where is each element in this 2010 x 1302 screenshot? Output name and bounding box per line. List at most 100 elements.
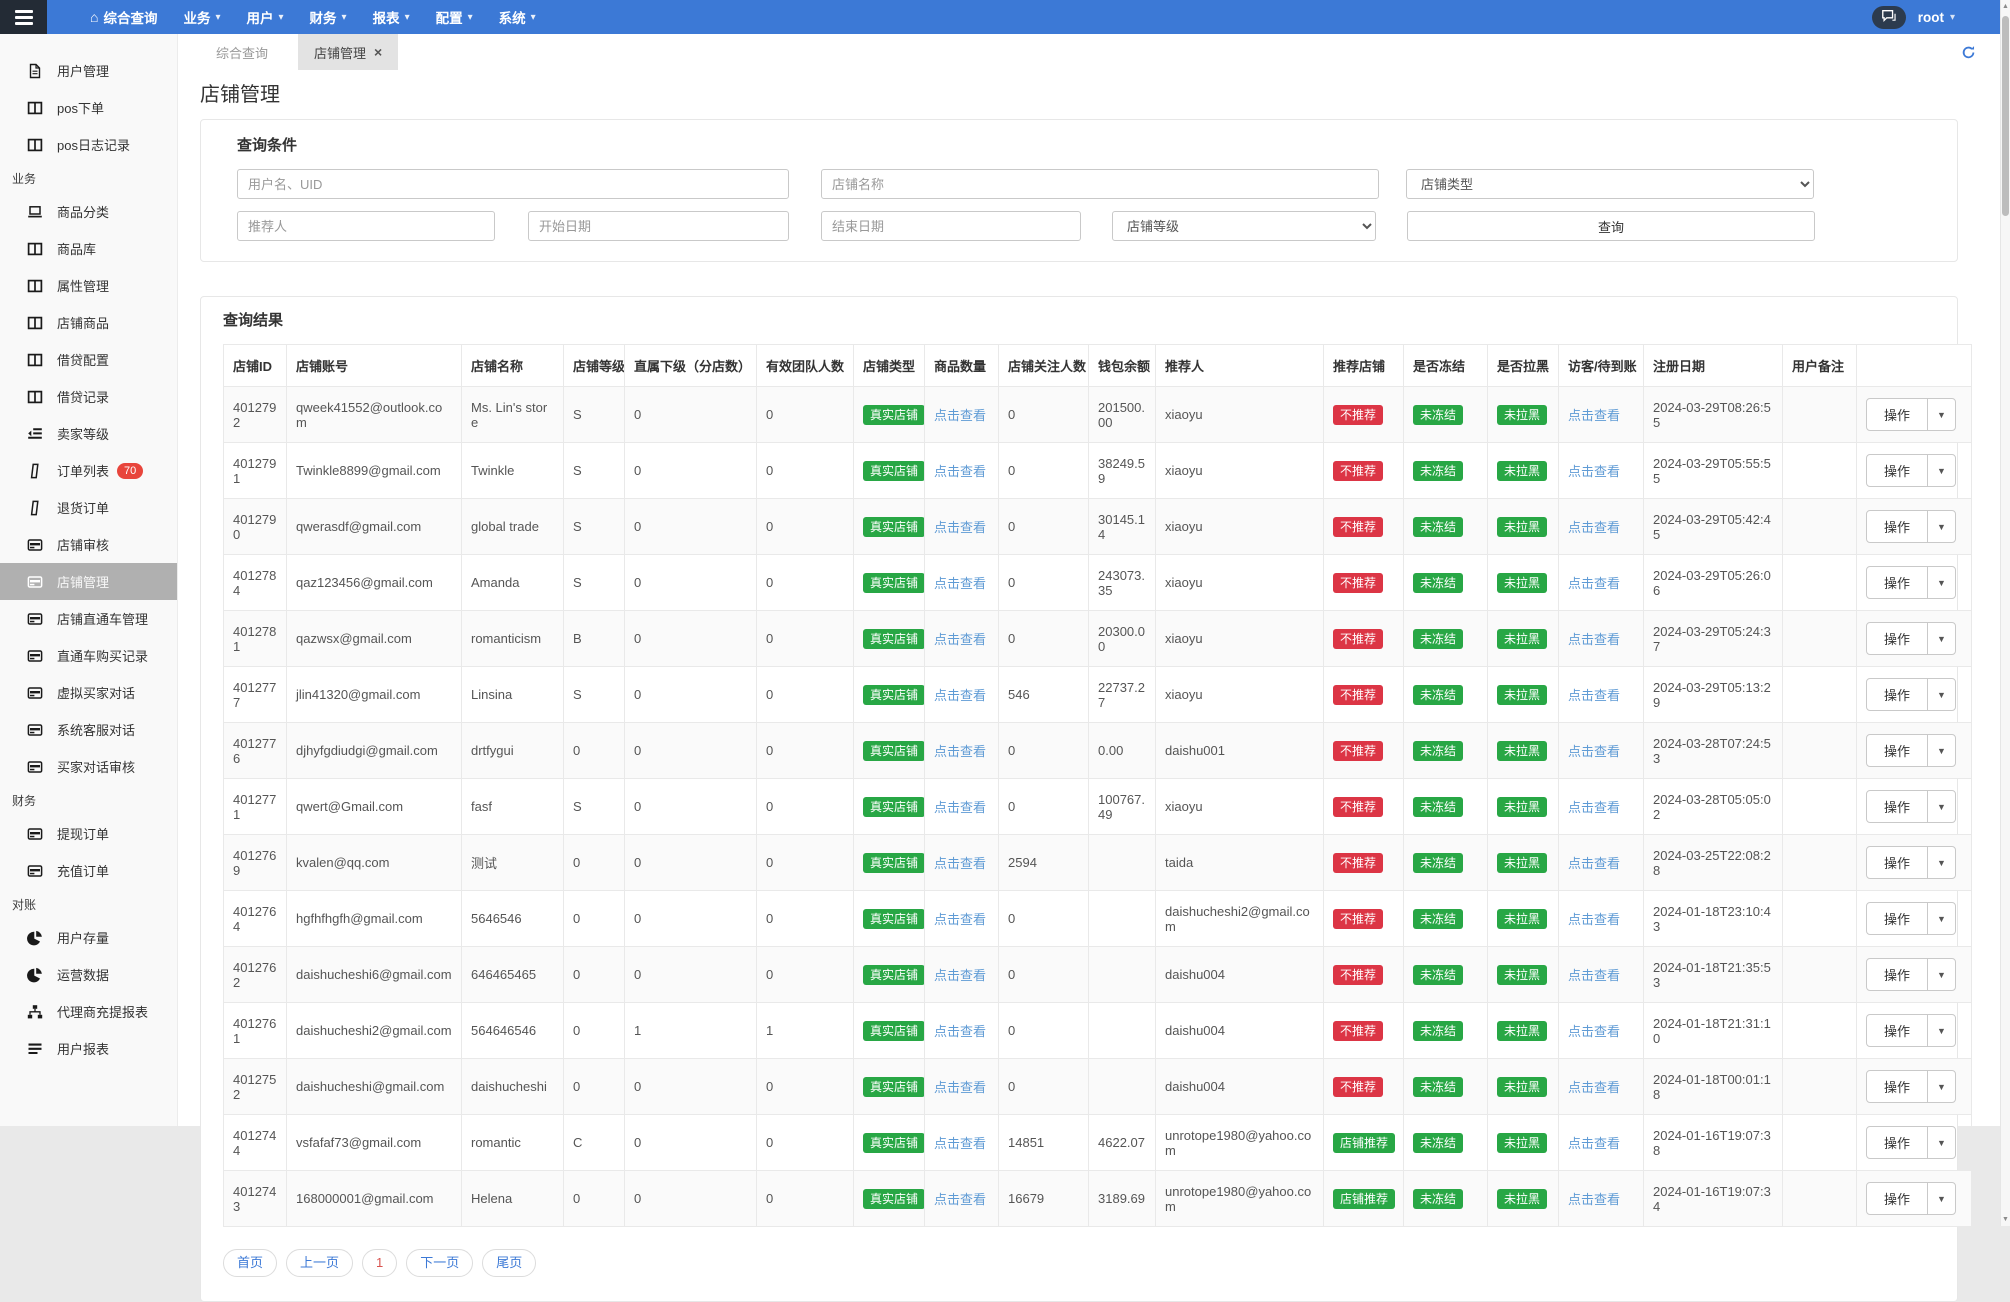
tab-shop-management[interactable]: 店铺管理 × (298, 34, 399, 70)
view-visitors-link[interactable]: 点击查看 (1568, 464, 1620, 479)
view-goods-link[interactable]: 点击查看 (934, 800, 986, 815)
sidebar-item-buyer-chat-review[interactable]: 买家对话审核 (0, 748, 177, 785)
action-dropdown-toggle[interactable]: ▼ (1927, 1015, 1955, 1046)
nav-item-reports[interactable]: 报表 ▾ (360, 0, 423, 34)
action-button[interactable]: 操作 (1867, 399, 1927, 430)
view-goods-link[interactable]: 点击查看 (934, 744, 986, 759)
sidebar-item-shop-train-management[interactable]: 店铺直通车管理 (0, 600, 177, 637)
scroll-down-icon[interactable]: ▼ (2001, 1216, 2010, 1223)
action-dropdown-toggle[interactable]: ▼ (1927, 567, 1955, 598)
sidebar-item-return-orders[interactable]: 退货订单 (0, 489, 177, 526)
action-dropdown-toggle[interactable]: ▼ (1927, 959, 1955, 990)
sidebar-item-shop-goods[interactable]: 店铺商品 (0, 304, 177, 341)
sidebar-item-system-service-chat[interactable]: 系统客服对话 (0, 711, 177, 748)
view-visitors-link[interactable]: 点击查看 (1568, 1080, 1620, 1095)
action-button[interactable]: 操作 (1867, 791, 1927, 822)
nav-item-finance[interactable]: 财务 ▾ (297, 0, 360, 34)
sidebar-item-attribute-management[interactable]: 属性管理 (0, 267, 177, 304)
shop-name-input[interactable] (821, 169, 1379, 199)
user-menu[interactable]: root ▾ (1918, 10, 1955, 25)
view-visitors-link[interactable]: 点击查看 (1568, 912, 1620, 927)
close-icon[interactable]: × (374, 45, 382, 59)
view-visitors-link[interactable]: 点击查看 (1568, 744, 1620, 759)
pagination-last[interactable]: 尾页 (482, 1249, 537, 1277)
view-goods-link[interactable]: 点击查看 (934, 520, 986, 535)
search-button[interactable]: 查询 (1407, 211, 1815, 241)
sidebar-toggle-button[interactable] (0, 0, 47, 34)
start-date-input[interactable] (528, 211, 789, 241)
pagination-prev[interactable]: 上一页 (286, 1249, 354, 1277)
nav-item-dashboard[interactable]: ⌂ 综合查询 (77, 0, 170, 34)
refresh-button[interactable] (1961, 45, 1976, 60)
action-button[interactable]: 操作 (1867, 903, 1927, 934)
messages-button[interactable] (1871, 5, 1906, 29)
view-goods-link[interactable]: 点击查看 (934, 688, 986, 703)
action-button[interactable]: 操作 (1867, 567, 1927, 598)
view-visitors-link[interactable]: 点击查看 (1568, 968, 1620, 983)
sidebar-item-virtual-buyer-chat[interactable]: 虚拟买家对话 (0, 674, 177, 711)
sidebar-item-order-list[interactable]: 订单列表 70 (0, 452, 177, 489)
sidebar-item-agent-report[interactable]: 代理商充提报表 (0, 993, 177, 1030)
sidebar-item-shop-management[interactable]: 店铺管理 (0, 563, 177, 600)
sidebar-item-goods-library[interactable]: 商品库 (0, 230, 177, 267)
view-visitors-link[interactable]: 点击查看 (1568, 688, 1620, 703)
pagination-page-1[interactable]: 1 (362, 1249, 398, 1277)
view-goods-link[interactable]: 点击查看 (934, 968, 986, 983)
sidebar-item-loan-config[interactable]: 借贷配置 (0, 341, 177, 378)
scroll-up-icon[interactable]: ▲ (2001, 3, 2010, 10)
shop-level-select[interactable]: 店铺等级 (1112, 211, 1376, 241)
action-dropdown-toggle[interactable]: ▼ (1927, 511, 1955, 542)
action-button[interactable]: 操作 (1867, 455, 1927, 486)
view-visitors-link[interactable]: 点击查看 (1568, 520, 1620, 535)
sidebar-item-shop-review[interactable]: 店铺审核 (0, 526, 177, 563)
view-visitors-link[interactable]: 点击查看 (1568, 856, 1620, 871)
nav-item-business[interactable]: 业务 ▾ (170, 0, 233, 34)
action-button[interactable]: 操作 (1867, 735, 1927, 766)
sidebar-item-user-management[interactable]: 用户管理 (0, 52, 177, 89)
view-goods-link[interactable]: 点击查看 (934, 1136, 986, 1151)
view-visitors-link[interactable]: 点击查看 (1568, 800, 1620, 815)
pagination-next[interactable]: 下一页 (406, 1249, 474, 1277)
action-button[interactable]: 操作 (1867, 847, 1927, 878)
nav-item-users[interactable]: 用户 ▾ (234, 0, 297, 34)
sidebar-item-operation-data[interactable]: 运营数据 (0, 956, 177, 993)
sidebar-item-seller-level[interactable]: 卖家等级 (0, 415, 177, 452)
nav-item-system[interactable]: 系统 ▾ (486, 0, 549, 34)
sidebar-item-withdraw-orders[interactable]: 提现订单 (0, 815, 177, 852)
action-button[interactable]: 操作 (1867, 1015, 1927, 1046)
action-dropdown-toggle[interactable]: ▼ (1927, 735, 1955, 766)
action-button[interactable]: 操作 (1867, 679, 1927, 710)
view-goods-link[interactable]: 点击查看 (934, 408, 986, 423)
pagination-first[interactable]: 首页 (223, 1249, 278, 1277)
action-dropdown-toggle[interactable]: ▼ (1927, 791, 1955, 822)
view-visitors-link[interactable]: 点击查看 (1568, 632, 1620, 647)
view-goods-link[interactable]: 点击查看 (934, 1024, 986, 1039)
sidebar-item-user-balance[interactable]: 用户存量 (0, 919, 177, 956)
view-visitors-link[interactable]: 点击查看 (1568, 1024, 1620, 1039)
action-button[interactable]: 操作 (1867, 511, 1927, 542)
end-date-input[interactable] (821, 211, 1081, 241)
view-goods-link[interactable]: 点击查看 (934, 912, 986, 927)
view-goods-link[interactable]: 点击查看 (934, 856, 986, 871)
view-goods-link[interactable]: 点击查看 (934, 1080, 986, 1095)
view-goods-link[interactable]: 点击查看 (934, 576, 986, 591)
sidebar-item-pos-log[interactable]: pos日志记录 (0, 126, 177, 163)
username-uid-input[interactable] (237, 169, 789, 199)
nav-item-config[interactable]: 配置 ▾ (423, 0, 486, 34)
action-button[interactable]: 操作 (1867, 1127, 1927, 1158)
action-dropdown-toggle[interactable]: ▼ (1927, 455, 1955, 486)
view-goods-link[interactable]: 点击查看 (934, 464, 986, 479)
action-button[interactable]: 操作 (1867, 1071, 1927, 1102)
sidebar-item-train-purchase-records[interactable]: 直通车购买记录 (0, 637, 177, 674)
vertical-scrollbar[interactable]: ▲ ▼ (2000, 0, 2010, 1226)
action-button[interactable]: 操作 (1867, 623, 1927, 654)
action-dropdown-toggle[interactable]: ▼ (1927, 679, 1955, 710)
sidebar-item-pos-order[interactable]: pos下单 (0, 89, 177, 126)
action-dropdown-toggle[interactable]: ▼ (1927, 623, 1955, 654)
action-dropdown-toggle[interactable]: ▼ (1927, 1127, 1955, 1158)
view-visitors-link[interactable]: 点击查看 (1568, 576, 1620, 591)
action-dropdown-toggle[interactable]: ▼ (1927, 1071, 1955, 1102)
tab-dashboard[interactable]: 综合查询 (200, 34, 284, 70)
sidebar-item-goods-category[interactable]: 商品分类 (0, 193, 177, 230)
shop-type-select[interactable]: 店铺类型 (1406, 169, 1814, 199)
